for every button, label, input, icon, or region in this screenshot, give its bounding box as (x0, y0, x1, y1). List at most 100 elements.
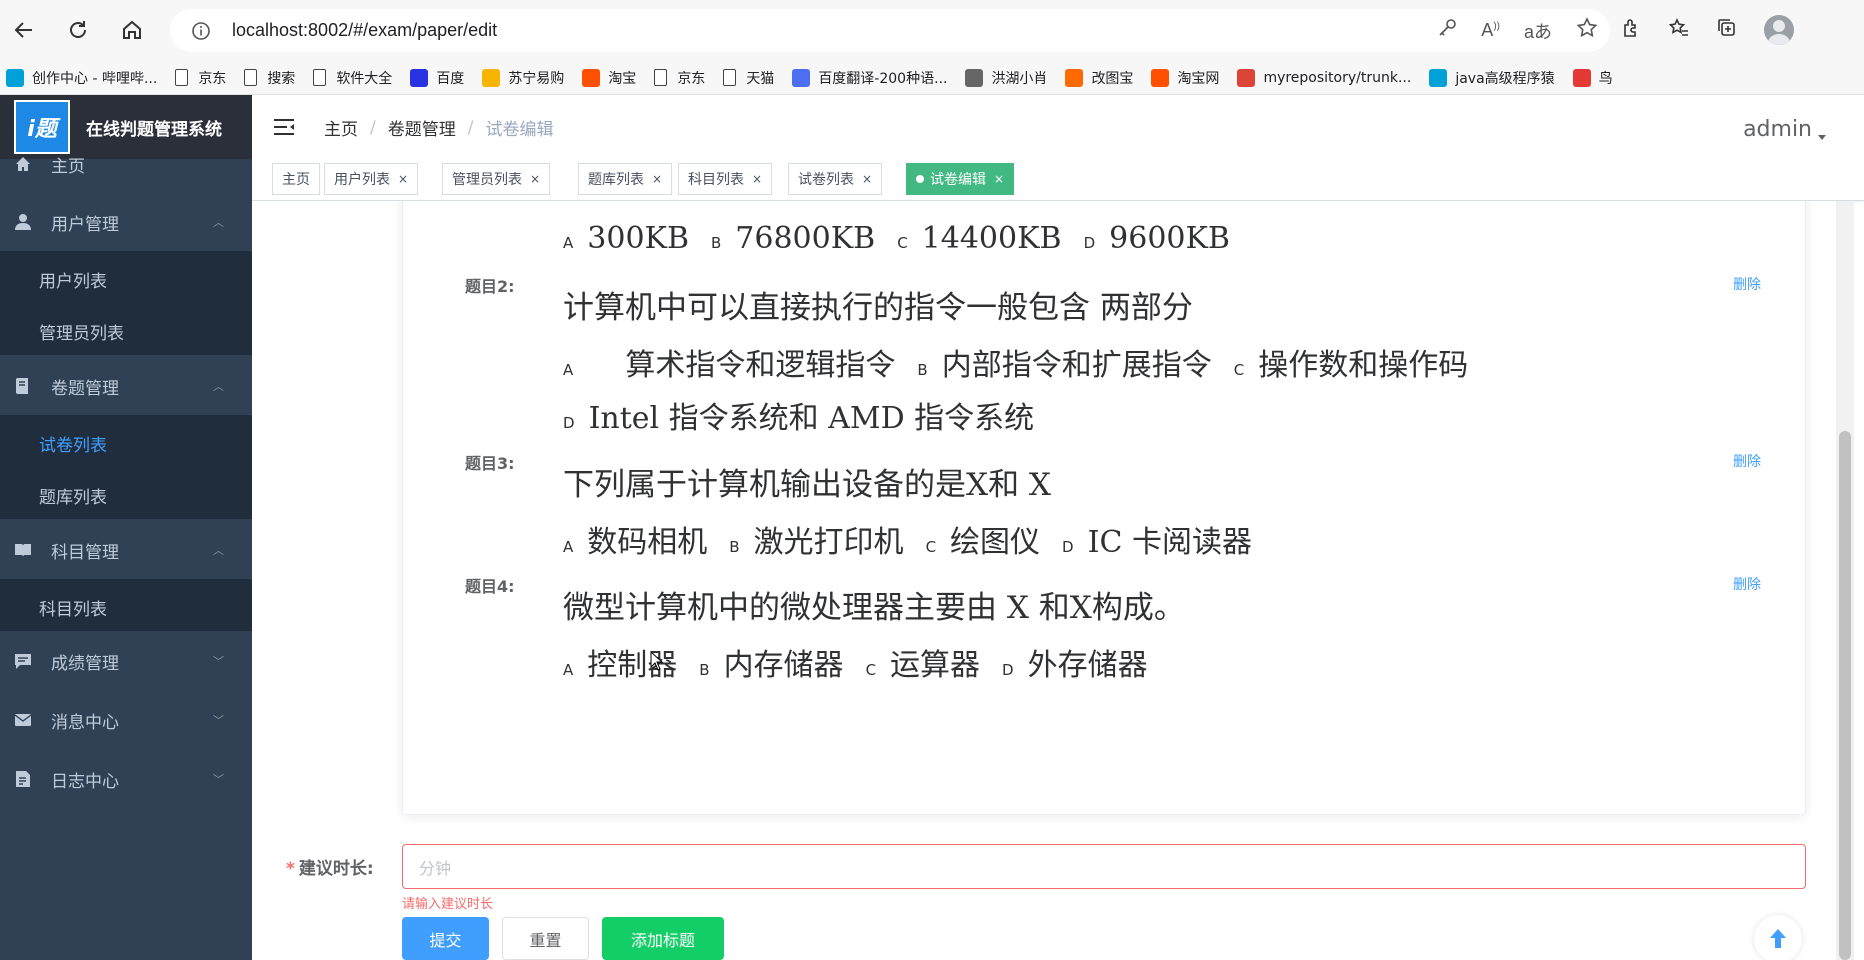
sidebar-item-home[interactable]: 主页 (0, 135, 252, 193)
option-text: 300KB (587, 221, 689, 256)
back-to-top-button[interactable] (1754, 915, 1802, 960)
book-icon (14, 377, 32, 395)
option-text: 绘图仪 (950, 525, 1041, 560)
bookmark-item[interactable]: 京东 (654, 68, 705, 88)
tag-paper-list[interactable]: 试卷列表 × (788, 163, 883, 195)
mail-icon (14, 711, 32, 729)
close-icon[interactable]: × (652, 172, 662, 186)
bookmark-label: 京东 (677, 70, 706, 87)
sidebar: i题 在线判题管理系统 主页 用户管理 ︿ 用户列表 管理员列表 卷题管理 ︿ … (0, 95, 252, 960)
delete-question-button[interactable]: 删除 (1733, 451, 1761, 471)
bookmark-item[interactable]: 改图宝 (1065, 68, 1133, 88)
delete-question-button[interactable]: 删除 (1733, 574, 1761, 594)
bookmark-item[interactable]: 百度翻译-200种语... (792, 68, 947, 88)
sidebar-item-paper-list[interactable]: 试卷列表 (39, 431, 107, 456)
home-icon (14, 155, 32, 173)
reset-button[interactable]: 重置 (502, 917, 589, 960)
scrollbar-thumb[interactable] (1839, 431, 1851, 960)
reload-icon[interactable] (60, 12, 96, 48)
home-icon[interactable] (114, 12, 150, 48)
bookmark-item[interactable]: 淘宝 (582, 68, 636, 88)
address-bar[interactable]: localhost:8002/#/exam/paper/edit A)) aあ (170, 9, 1610, 52)
breadcrumb: 主页 / 卷题管理 / 试卷编辑 (324, 115, 554, 141)
close-icon[interactable]: × (530, 172, 540, 186)
url-text[interactable]: localhost:8002/#/exam/paper/edit (232, 20, 497, 41)
bookmark-item[interactable]: 京东 (175, 68, 226, 88)
hamburger-icon[interactable] (272, 115, 296, 139)
bookmark-item[interactable]: 鸟 (1572, 68, 1613, 88)
bookmark-item[interactable]: 创作中心 - 哔哩哔... (6, 68, 157, 88)
profile-avatar-icon[interactable] (1764, 15, 1794, 45)
sidebar-item-subject-list[interactable]: 科目列表 (39, 595, 107, 620)
option-letter: A (563, 661, 574, 679)
bookmark-item[interactable]: myrepository/trunk... (1237, 68, 1411, 87)
sidebar-item-user-list[interactable]: 用户列表 (39, 267, 107, 292)
tag-bank-list[interactable]: 题库列表 × (578, 163, 673, 195)
sidebar-item-admin-list[interactable]: 管理员列表 (39, 319, 124, 344)
close-icon[interactable]: × (398, 172, 408, 186)
comment-icon (14, 652, 32, 670)
submit-button[interactable]: 提交 (402, 917, 489, 960)
info-icon[interactable] (190, 20, 212, 42)
extensions-icon[interactable] (1620, 17, 1642, 43)
duration-input[interactable]: 分钟 (402, 844, 1806, 889)
tag-subject-list[interactable]: 科目列表 × (678, 163, 773, 195)
tag-admin-list[interactable]: 管理员列表 × (442, 163, 551, 195)
option-letter: A (563, 234, 574, 252)
collections-icon[interactable] (1716, 17, 1738, 43)
add-question-button[interactable]: 添加标题 (602, 917, 724, 960)
favorites-icon[interactable] (1668, 17, 1690, 43)
option-letter: B (699, 661, 710, 679)
bookmark-item[interactable]: java高级程序猿 (1429, 68, 1555, 88)
tag-label: 用户列表 (334, 172, 390, 188)
option-text: 内部指令和扩展指令 (941, 348, 1212, 383)
bookmark-item[interactable]: 百度 (410, 68, 464, 88)
bookmark-label: 淘宝网 (1177, 70, 1220, 87)
delete-question-button[interactable]: 删除 (1733, 274, 1761, 294)
required-mark: * (286, 859, 295, 879)
user-dropdown[interactable]: admin (1743, 117, 1812, 142)
sidebar-item-bank-list[interactable]: 题库列表 (39, 483, 107, 508)
tag-home[interactable]: 主页 (272, 163, 320, 195)
tag-label: 试卷编辑 (930, 172, 986, 188)
sidebar-item-subject-mgmt[interactable]: 科目管理 ︿ (0, 521, 252, 579)
sidebar-item-message-center[interactable]: 消息中心 ﹀ (0, 691, 252, 749)
bookmark-item[interactable]: 洪湖小肖 (965, 68, 1047, 88)
sidebar-item-label: 科目管理 (51, 542, 119, 563)
page-scrollbar[interactable] (1836, 201, 1854, 960)
read-aloud-icon[interactable]: A)) (1481, 20, 1500, 41)
breadcrumb-paper-mgmt[interactable]: 卷题管理 (388, 115, 456, 140)
bookmark-item[interactable]: 软件大全 (313, 68, 392, 88)
question-title: 下列属于计算机输出设备的是X和 X (563, 467, 1051, 503)
duration-error: 请输入建议时长 (402, 897, 494, 912)
chevron-up-icon: ︿ (213, 380, 224, 393)
sidebar-item-score-mgmt[interactable]: 成绩管理 ﹀ (0, 632, 252, 690)
tag-paper-edit[interactable]: 试卷编辑 × (906, 163, 1015, 195)
bookmark-item[interactable]: 天猫 (723, 68, 774, 88)
question-card: A 300KB B 76800KB C 14400KB D 9600KB 题目2: 计算… (402, 201, 1806, 815)
bookmark-item[interactable]: 淘宝网 (1151, 68, 1219, 88)
breadcrumb-home[interactable]: 主页 (324, 115, 358, 140)
sidebar-item-label: 日志中心 (51, 771, 119, 792)
breadcrumb-paper-edit: 试卷编辑 (485, 120, 554, 140)
taobao-icon (582, 68, 601, 87)
close-icon[interactable]: × (862, 172, 872, 186)
close-icon[interactable]: × (752, 172, 762, 186)
bookmark-item[interactable]: 苏宁易购 (482, 68, 564, 88)
bookmark-label: 京东 (198, 70, 227, 87)
bookmark-label: 鸟 (1598, 70, 1613, 87)
caret-down-icon[interactable] (1818, 135, 1826, 140)
back-icon[interactable] (6, 12, 42, 48)
baidu-translate-icon (792, 68, 811, 87)
favorite-add-icon[interactable] (1576, 17, 1598, 44)
close-icon[interactable]: × (994, 172, 1004, 186)
tag-user-list[interactable]: 用户列表 × (324, 163, 419, 195)
key-icon[interactable] (1437, 18, 1457, 43)
bookmark-label: 洪湖小肖 (991, 70, 1048, 87)
bookmark-item[interactable]: 搜索 (244, 68, 295, 88)
sidebar-item-user-mgmt[interactable]: 用户管理 ︿ (0, 193, 252, 251)
option-text: 运算器 (890, 648, 981, 683)
sidebar-item-log-center[interactable]: 日志中心 ﹀ (0, 750, 252, 808)
translate-icon[interactable]: aあ (1524, 18, 1552, 44)
sidebar-item-paper-mgmt[interactable]: 卷题管理 ︿ (0, 357, 252, 415)
